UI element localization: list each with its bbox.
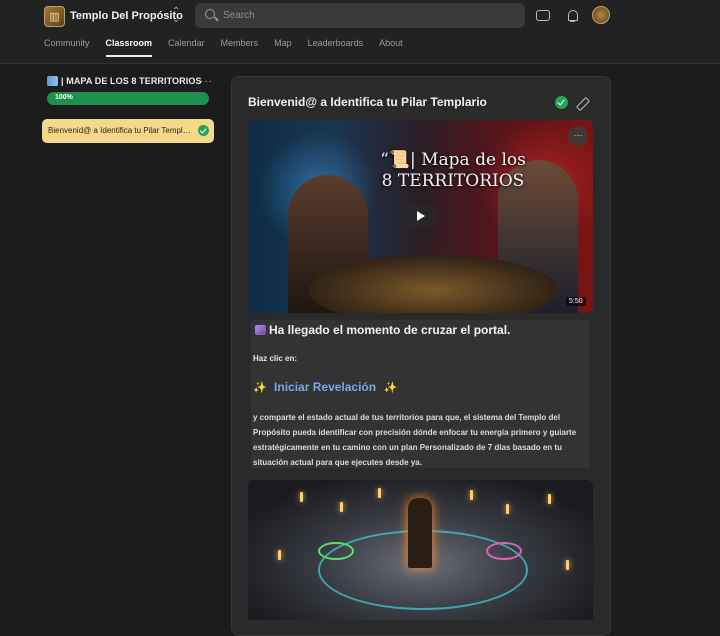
map-icon [47, 76, 58, 86]
image-candle [506, 504, 509, 514]
search-icon [205, 9, 215, 19]
content-heading-text: Ha llegado el momento de cruzar el porta… [269, 323, 511, 337]
image-candle [378, 488, 381, 498]
progress-label: 100% [55, 94, 73, 101]
video-title-line2: 8 TERRITORIOS [381, 171, 525, 191]
tab-members[interactable]: Members [221, 38, 259, 58]
cta-row: ✨ Iniciar Revelación ✨ [253, 380, 397, 394]
content-intro: Haz clic en: [253, 354, 298, 363]
sidebar-lesson-item[interactable]: Bienvenid@ a Identifica tu Pilar Templar… [42, 119, 214, 143]
play-icon[interactable] [404, 205, 436, 227]
video-thumbnail-title: “📜| Mapa de los 8 TERRITORIOS [328, 150, 578, 192]
tab-community[interactable]: Community [44, 38, 90, 58]
video-player[interactable]: “📜| Mapa de los 8 TERRITORIOS ··· 5:50 [248, 120, 593, 313]
completed-check-icon [198, 125, 209, 136]
community-logo[interactable]: ▥ [44, 6, 65, 27]
video-options-button[interactable]: ··· [568, 126, 588, 146]
tab-calendar[interactable]: Calendar [168, 38, 205, 58]
switch-community-icon[interactable]: ⌃ ⌄ [172, 7, 180, 25]
tab-about[interactable]: About [379, 38, 403, 58]
start-revelation-link[interactable]: Iniciar Revelación [274, 380, 376, 394]
image-candle [278, 550, 281, 560]
image-pink-rune [486, 542, 522, 560]
bell-icon[interactable] [566, 9, 580, 23]
user-avatar[interactable] [592, 6, 610, 24]
pencil-icon[interactable] [576, 97, 588, 109]
lesson-title: Bienvenid@ a Identifica tu Pilar Templar… [248, 95, 487, 109]
top-bar: ▥ Templo Del Propósito ⌃⌄ Community Clas… [0, 0, 720, 64]
tab-classroom[interactable]: Classroom [105, 38, 152, 58]
search-input[interactable] [223, 3, 513, 28]
chat-icon[interactable] [536, 10, 550, 21]
tab-map[interactable]: Map [274, 38, 292, 58]
search-bar[interactable] [195, 3, 525, 28]
course-progress-bar: 100% [47, 92, 209, 105]
sparkle-icon: ✨ [383, 381, 398, 394]
image-candle [470, 490, 473, 500]
video-title-line1: “📜| Mapa de los [380, 150, 526, 170]
lesson-content: Ha llegado el momento de cruzar el porta… [251, 320, 590, 468]
video-duration: 5:50 [566, 297, 586, 306]
image-green-rune [318, 542, 354, 560]
tab-leaderboards[interactable]: Leaderboards [308, 38, 364, 58]
course-options-button[interactable]: ··· [200, 76, 213, 87]
lesson-item-label: Bienvenid@ a Identifica tu Pilar Templar… [48, 126, 194, 135]
image-candle [300, 492, 303, 502]
portal-icon [255, 325, 266, 335]
sparkle-icon: ✨ [253, 381, 267, 394]
image-candle [548, 494, 551, 504]
main-nav: Community Classroom Calendar Members Map… [44, 38, 419, 58]
territories-map-image [248, 480, 593, 620]
image-candle [340, 502, 343, 512]
course-title: | MAPA DE LOS 8 TERRITORIOS [61, 76, 202, 86]
community-name[interactable]: Templo Del Propósito [70, 10, 183, 22]
image-candle [566, 560, 569, 570]
content-body: y comparte el estado actual de tus terri… [253, 413, 577, 467]
image-robed-figure [408, 498, 432, 568]
mark-complete-check-icon[interactable] [555, 96, 568, 109]
content-heading: Ha llegado el momento de cruzar el porta… [255, 323, 510, 337]
course-header: | MAPA DE LOS 8 TERRITORIOS [47, 76, 213, 86]
